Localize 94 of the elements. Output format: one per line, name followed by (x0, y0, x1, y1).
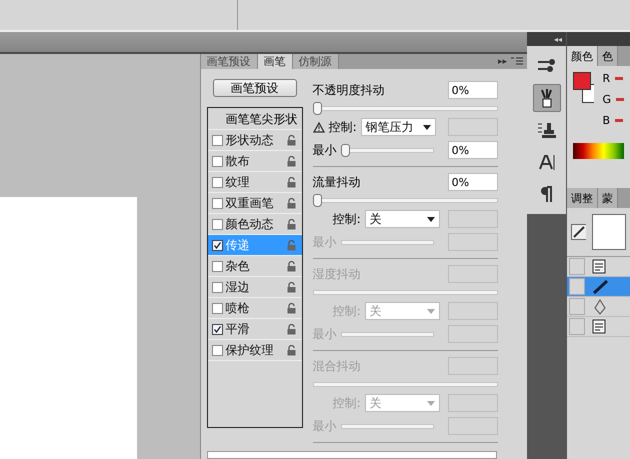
collapse-glyph[interactable]: ▸▸ (494, 56, 511, 66)
value-field[interactable]: 0% (448, 141, 498, 159)
value-field[interactable] (448, 357, 498, 375)
value-field[interactable] (448, 118, 498, 136)
checkbox[interactable] (212, 198, 223, 208)
collapse-glyph[interactable]: ◂◂ (554, 34, 562, 44)
value-field[interactable] (448, 233, 498, 251)
slider-track[interactable] (312, 102, 498, 114)
foreground-swatch[interactable] (573, 72, 591, 90)
control-label: 控制: (328, 118, 357, 136)
lock-icon (286, 282, 296, 292)
lock-icon (286, 198, 296, 208)
control-dropdown[interactable]: 钢笔压力 (360, 118, 436, 136)
minimum-label: 最小 (312, 326, 337, 342)
list-item[interactable]: 保护纹理 (208, 340, 302, 361)
panel-tab[interactable]: 蒙 (598, 188, 618, 208)
lock-icon (286, 240, 296, 250)
checkbox[interactable] (212, 134, 223, 146)
channel-label: B (602, 114, 610, 127)
control-label: 控制: (332, 302, 361, 320)
layer-row[interactable] (567, 317, 630, 337)
value-field[interactable]: 0% (448, 81, 498, 99)
value-field[interactable] (448, 265, 498, 283)
value-field[interactable] (448, 302, 498, 320)
paragraph-icon (540, 185, 554, 203)
list-item[interactable]: 湿边 (208, 277, 302, 298)
list-item[interactable]: 形状动态 (208, 130, 302, 151)
channel-label: R (602, 72, 610, 85)
checkbox[interactable] (212, 240, 223, 250)
value-field[interactable] (448, 417, 498, 435)
lock-icon (286, 218, 296, 230)
lock-icon (286, 260, 296, 272)
caret-icon (426, 308, 435, 314)
panel-tab[interactable]: 色 (598, 46, 618, 66)
list-item[interactable]: 平滑 (208, 319, 302, 340)
minimum-label: 最小 (312, 142, 337, 158)
checkbox[interactable] (212, 218, 223, 230)
panel-tab[interactable]: 画笔 (258, 54, 293, 69)
channel-label: G (602, 93, 611, 106)
checkbox[interactable] (212, 302, 223, 314)
setting-label: 不透明度抖动 (312, 82, 385, 98)
checkbox[interactable] (212, 282, 223, 292)
adjustment-icon[interactable] (571, 224, 586, 240)
character-icon (538, 153, 556, 171)
setting-label: 流量抖动 (312, 174, 361, 190)
list-item[interactable]: 画笔笔尖形状 (226, 110, 298, 128)
brush-icon (591, 278, 611, 294)
lock-icon (286, 324, 296, 334)
slider-track[interactable] (312, 194, 498, 206)
dock-button[interactable] (532, 84, 560, 112)
lock-icon (286, 176, 296, 188)
lock-icon (286, 302, 296, 314)
list-item[interactable]: 喷枪 (208, 298, 302, 319)
slider-thumb[interactable] (340, 144, 350, 156)
checkbox[interactable] (212, 260, 223, 272)
setting-label: 湿度抖动 (312, 266, 361, 282)
panel-tab[interactable]: 颜色 (567, 46, 598, 66)
value-field[interactable] (448, 210, 498, 228)
list-item[interactable]: 双重画笔 (208, 193, 302, 214)
checkbox[interactable] (212, 156, 223, 166)
layer-row[interactable] (567, 277, 630, 297)
slider-track[interactable] (340, 144, 434, 156)
stamp-icon (536, 121, 556, 139)
slider-thumb[interactable] (312, 194, 322, 206)
brush-settings-icon (536, 58, 556, 74)
list-item[interactable]: 杂色 (208, 256, 302, 277)
brush-presets-button[interactable]: 画笔预设 (212, 79, 297, 97)
caret-icon (422, 124, 431, 130)
value-field[interactable] (448, 325, 498, 343)
checkbox[interactable] (212, 176, 223, 188)
minimum-label: 最小 (312, 418, 337, 434)
color-spectrum[interactable] (573, 143, 624, 159)
caret-icon (426, 400, 435, 406)
value-field[interactable] (448, 394, 498, 412)
layer-thumbnail (592, 214, 626, 250)
control-label: 控制: (332, 394, 361, 412)
lock-icon (286, 134, 296, 146)
setting-label: 混合抖动 (312, 358, 361, 374)
caret-icon (426, 216, 435, 222)
list-item[interactable]: 散布 (208, 151, 302, 172)
slider-thumb[interactable] (312, 102, 322, 114)
checkbox[interactable] (212, 324, 223, 334)
list-item[interactable]: 纹理 (208, 172, 302, 193)
checkbox[interactable] (212, 344, 223, 356)
value-field[interactable]: 0% (448, 173, 498, 191)
control-dropdown[interactable]: 关 (364, 210, 440, 228)
lock-icon (286, 156, 296, 166)
minimum-label: 最小 (312, 234, 337, 250)
panel-tab[interactable]: 调整 (567, 188, 598, 208)
control-label: 控制: (332, 210, 361, 228)
menu-icon[interactable] (511, 57, 523, 66)
lock-icon (286, 344, 296, 356)
panel-tab[interactable]: 画笔预设 (200, 54, 258, 69)
panel-tab[interactable]: 仿制源 (292, 54, 339, 69)
